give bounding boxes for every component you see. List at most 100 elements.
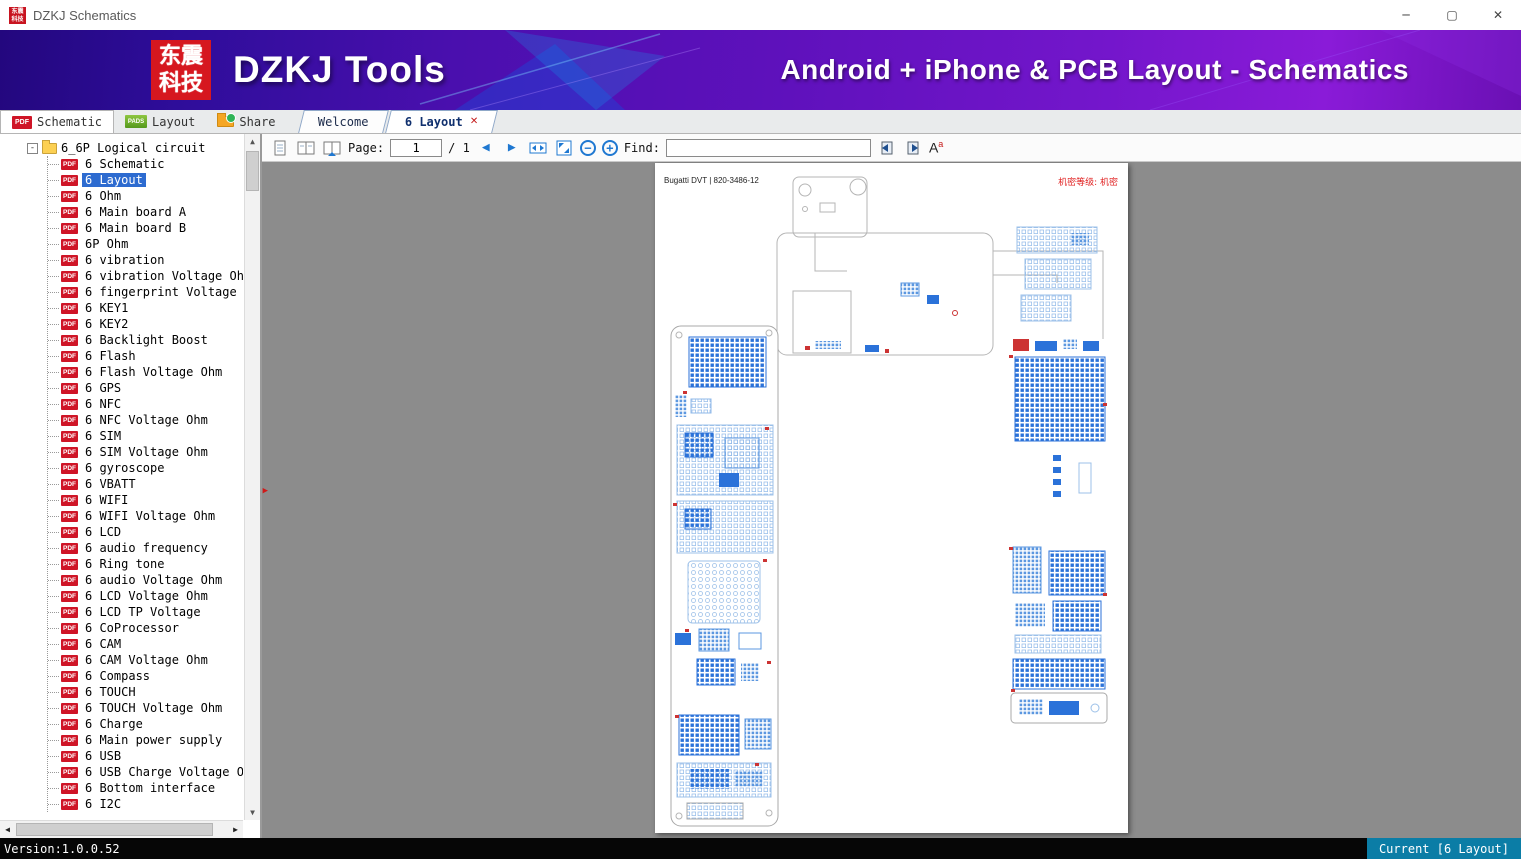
tab-layout[interactable]: PADS Layout: [114, 110, 206, 133]
tree-item-label: 6 vibration Voltage Ohm: [85, 269, 243, 283]
tree-item[interactable]: PDF 6 audio Voltage Ohm: [48, 572, 243, 588]
tab-share-label: Share: [239, 114, 276, 129]
fit-width-icon[interactable]: [528, 138, 548, 158]
scroll-up-icon[interactable]: ▲: [245, 134, 260, 149]
tree-item[interactable]: PDF 6 Compass: [48, 668, 243, 684]
tree-item[interactable]: PDF 6 Ring tone: [48, 556, 243, 572]
tree-item-label: 6 Backlight Boost: [85, 333, 208, 347]
tree-item[interactable]: PDF 6 LCD: [48, 524, 243, 540]
tree-item[interactable]: PDF 6 KEY2: [48, 316, 243, 332]
tree-item[interactable]: PDF 6 vibration: [48, 252, 243, 268]
tab-close-icon[interactable]: ✕: [470, 116, 478, 127]
tree-item[interactable]: PDF 6 CoProcessor: [48, 620, 243, 636]
tree-item[interactable]: PDF 6 WIFI Voltage Ohm: [48, 508, 243, 524]
next-page-icon[interactable]: ▶: [502, 138, 522, 158]
tree-item[interactable]: PDF 6 Layout: [48, 172, 243, 188]
pdf-file-icon: PDF: [61, 574, 78, 586]
tree-item[interactable]: PDF 6 NFC Voltage Ohm: [48, 412, 243, 428]
tree-item[interactable]: PDF 6 Charge: [48, 716, 243, 732]
zoom-out-icon[interactable]: −: [579, 139, 596, 156]
tree-item[interactable]: PDF 6 gyroscope: [48, 460, 243, 476]
tree-item-label: 6 Bottom interface: [85, 781, 216, 795]
app-subtitle: Android + iPhone & PCB Layout - Schemati…: [780, 54, 1409, 85]
file-tree: - 6_6P Logical circuit PDF 6 Schematic PDF…: [0, 140, 243, 819]
tree-item[interactable]: PDF 6 GPS: [48, 380, 243, 396]
tree-item[interactable]: PDF 6 Backlight Boost: [48, 332, 243, 348]
tree-root-node[interactable]: - 6_6P Logical circuit: [0, 140, 243, 156]
tree-item[interactable]: PDF 6 KEY1: [48, 300, 243, 316]
sidebar-splitter-arrow[interactable]: ▶: [263, 486, 268, 496]
zoom-in-icon[interactable]: +: [601, 139, 618, 156]
tree-item[interactable]: PDF 6 CAM: [48, 636, 243, 652]
tree-item[interactable]: PDF 6 Schematic: [48, 156, 243, 172]
previous-page-icon[interactable]: ◀: [476, 138, 496, 158]
tree-item[interactable]: PDF 6 Main board A: [48, 204, 243, 220]
tree-item-label: 6 Main power supply: [85, 733, 223, 747]
tree-item[interactable]: PDF 6 I2C: [48, 796, 243, 812]
tree-item[interactable]: PDF 6 USB: [48, 748, 243, 764]
tree-item-label: 6 LCD: [85, 525, 122, 539]
tree-item[interactable]: PDF 6 vibration Voltage Ohm: [48, 268, 243, 284]
tree-item-label: 6 WIFI Voltage Ohm: [85, 509, 216, 523]
pdf-viewer-area[interactable]: Bugatti DVT | 820-3486-12 机密等级: 机密: [262, 162, 1521, 838]
tree-item-label: 6 VBATT: [85, 477, 136, 491]
tree-item[interactable]: PDF 6 Flash Voltage Ohm: [48, 364, 243, 380]
tree-item[interactable]: PDF 6 LCD TP Voltage: [48, 604, 243, 620]
tree-item[interactable]: PDF 6 SIM: [48, 428, 243, 444]
continuous-pages-icon[interactable]: [322, 138, 342, 158]
pdf-file-icon: PDF: [61, 606, 78, 618]
find-next-icon[interactable]: [903, 138, 923, 158]
sidebar-vertical-scrollbar[interactable]: ▲ ▼: [244, 134, 260, 820]
vertical-scroll-thumb[interactable]: [246, 151, 259, 191]
tree-item-label: 6 NFC Voltage Ohm: [85, 413, 208, 427]
sidebar-horizontal-scrollbar[interactable]: ◀ ▶: [0, 820, 243, 838]
tree-item-label: 6 TOUCH: [85, 685, 136, 699]
scroll-left-icon[interactable]: ◀: [0, 822, 15, 837]
tree-item[interactable]: PDF 6 LCD Voltage Ohm: [48, 588, 243, 604]
tree-item-label: 6 SIM: [85, 429, 122, 443]
page-number-input[interactable]: [390, 138, 443, 157]
find-input[interactable]: [665, 138, 871, 157]
tree-item[interactable]: PDF 6 Bottom interface: [48, 780, 243, 796]
collapse-icon[interactable]: -: [27, 142, 38, 154]
tree-item[interactable]: PDF 6 VBATT: [48, 476, 243, 492]
tree-item[interactable]: PDF 6 USB Charge Voltage Ohm: [48, 764, 243, 780]
tree-item-label: 6 Ring tone: [85, 557, 165, 571]
tree-item[interactable]: PDF 6 Ohm: [48, 188, 243, 204]
tree-item[interactable]: PDF 6 SIM Voltage Ohm: [48, 444, 243, 460]
tree-item[interactable]: PDF 6 audio frequency: [48, 540, 243, 556]
tree-item[interactable]: PDF 6 TOUCH: [48, 684, 243, 700]
tree-item[interactable]: PDF 6 CAM Voltage Ohm: [48, 652, 243, 668]
pdf-file-icon: PDF: [61, 174, 78, 186]
pdf-file-icon: PDF: [61, 302, 78, 314]
tab-share[interactable]: Share: [206, 110, 286, 133]
tree-item-label: 6 TOUCH Voltage Ohm: [85, 701, 223, 715]
pdf-file-icon: PDF: [61, 270, 78, 282]
doctab-6-layout[interactable]: 6 Layout ✕: [385, 110, 499, 133]
find-previous-icon[interactable]: [877, 138, 897, 158]
tree-item[interactable]: PDF 6 TOUCH Voltage Ohm: [48, 700, 243, 716]
window-title: DZKJ Schematics: [33, 7, 137, 23]
tree-item[interactable]: PDF 6 WIFI: [48, 492, 243, 508]
maximize-button[interactable]: ▢: [1429, 0, 1475, 30]
company-logo: 东震 科技: [151, 40, 211, 100]
tree-item[interactable]: PDF 6 fingerprint Voltage Ohm: [48, 284, 243, 300]
tab-schematic[interactable]: PDF Schematic: [0, 110, 115, 133]
single-page-icon[interactable]: [270, 138, 290, 158]
tree-item[interactable]: PDF 6P Ohm: [48, 236, 243, 252]
doctab-welcome-label: Welcome: [317, 115, 368, 129]
scroll-down-icon[interactable]: ▼: [245, 805, 260, 820]
pdf-file-icon: PDF: [61, 494, 78, 506]
tree-item[interactable]: PDF 6 Flash: [48, 348, 243, 364]
match-case-icon[interactable]: Aa: [929, 139, 943, 156]
close-button[interactable]: ✕: [1475, 0, 1521, 30]
minimize-button[interactable]: ─: [1383, 0, 1429, 30]
tree-item[interactable]: PDF 6 Main board B: [48, 220, 243, 236]
tree-item[interactable]: PDF 6 Main power supply: [48, 732, 243, 748]
horizontal-scroll-thumb[interactable]: [16, 823, 213, 836]
facing-pages-icon[interactable]: [296, 138, 316, 158]
doctab-welcome[interactable]: Welcome: [297, 110, 388, 133]
fit-page-icon[interactable]: [554, 138, 574, 158]
tree-item[interactable]: PDF 6 NFC: [48, 396, 243, 412]
scroll-right-icon[interactable]: ▶: [228, 822, 243, 837]
